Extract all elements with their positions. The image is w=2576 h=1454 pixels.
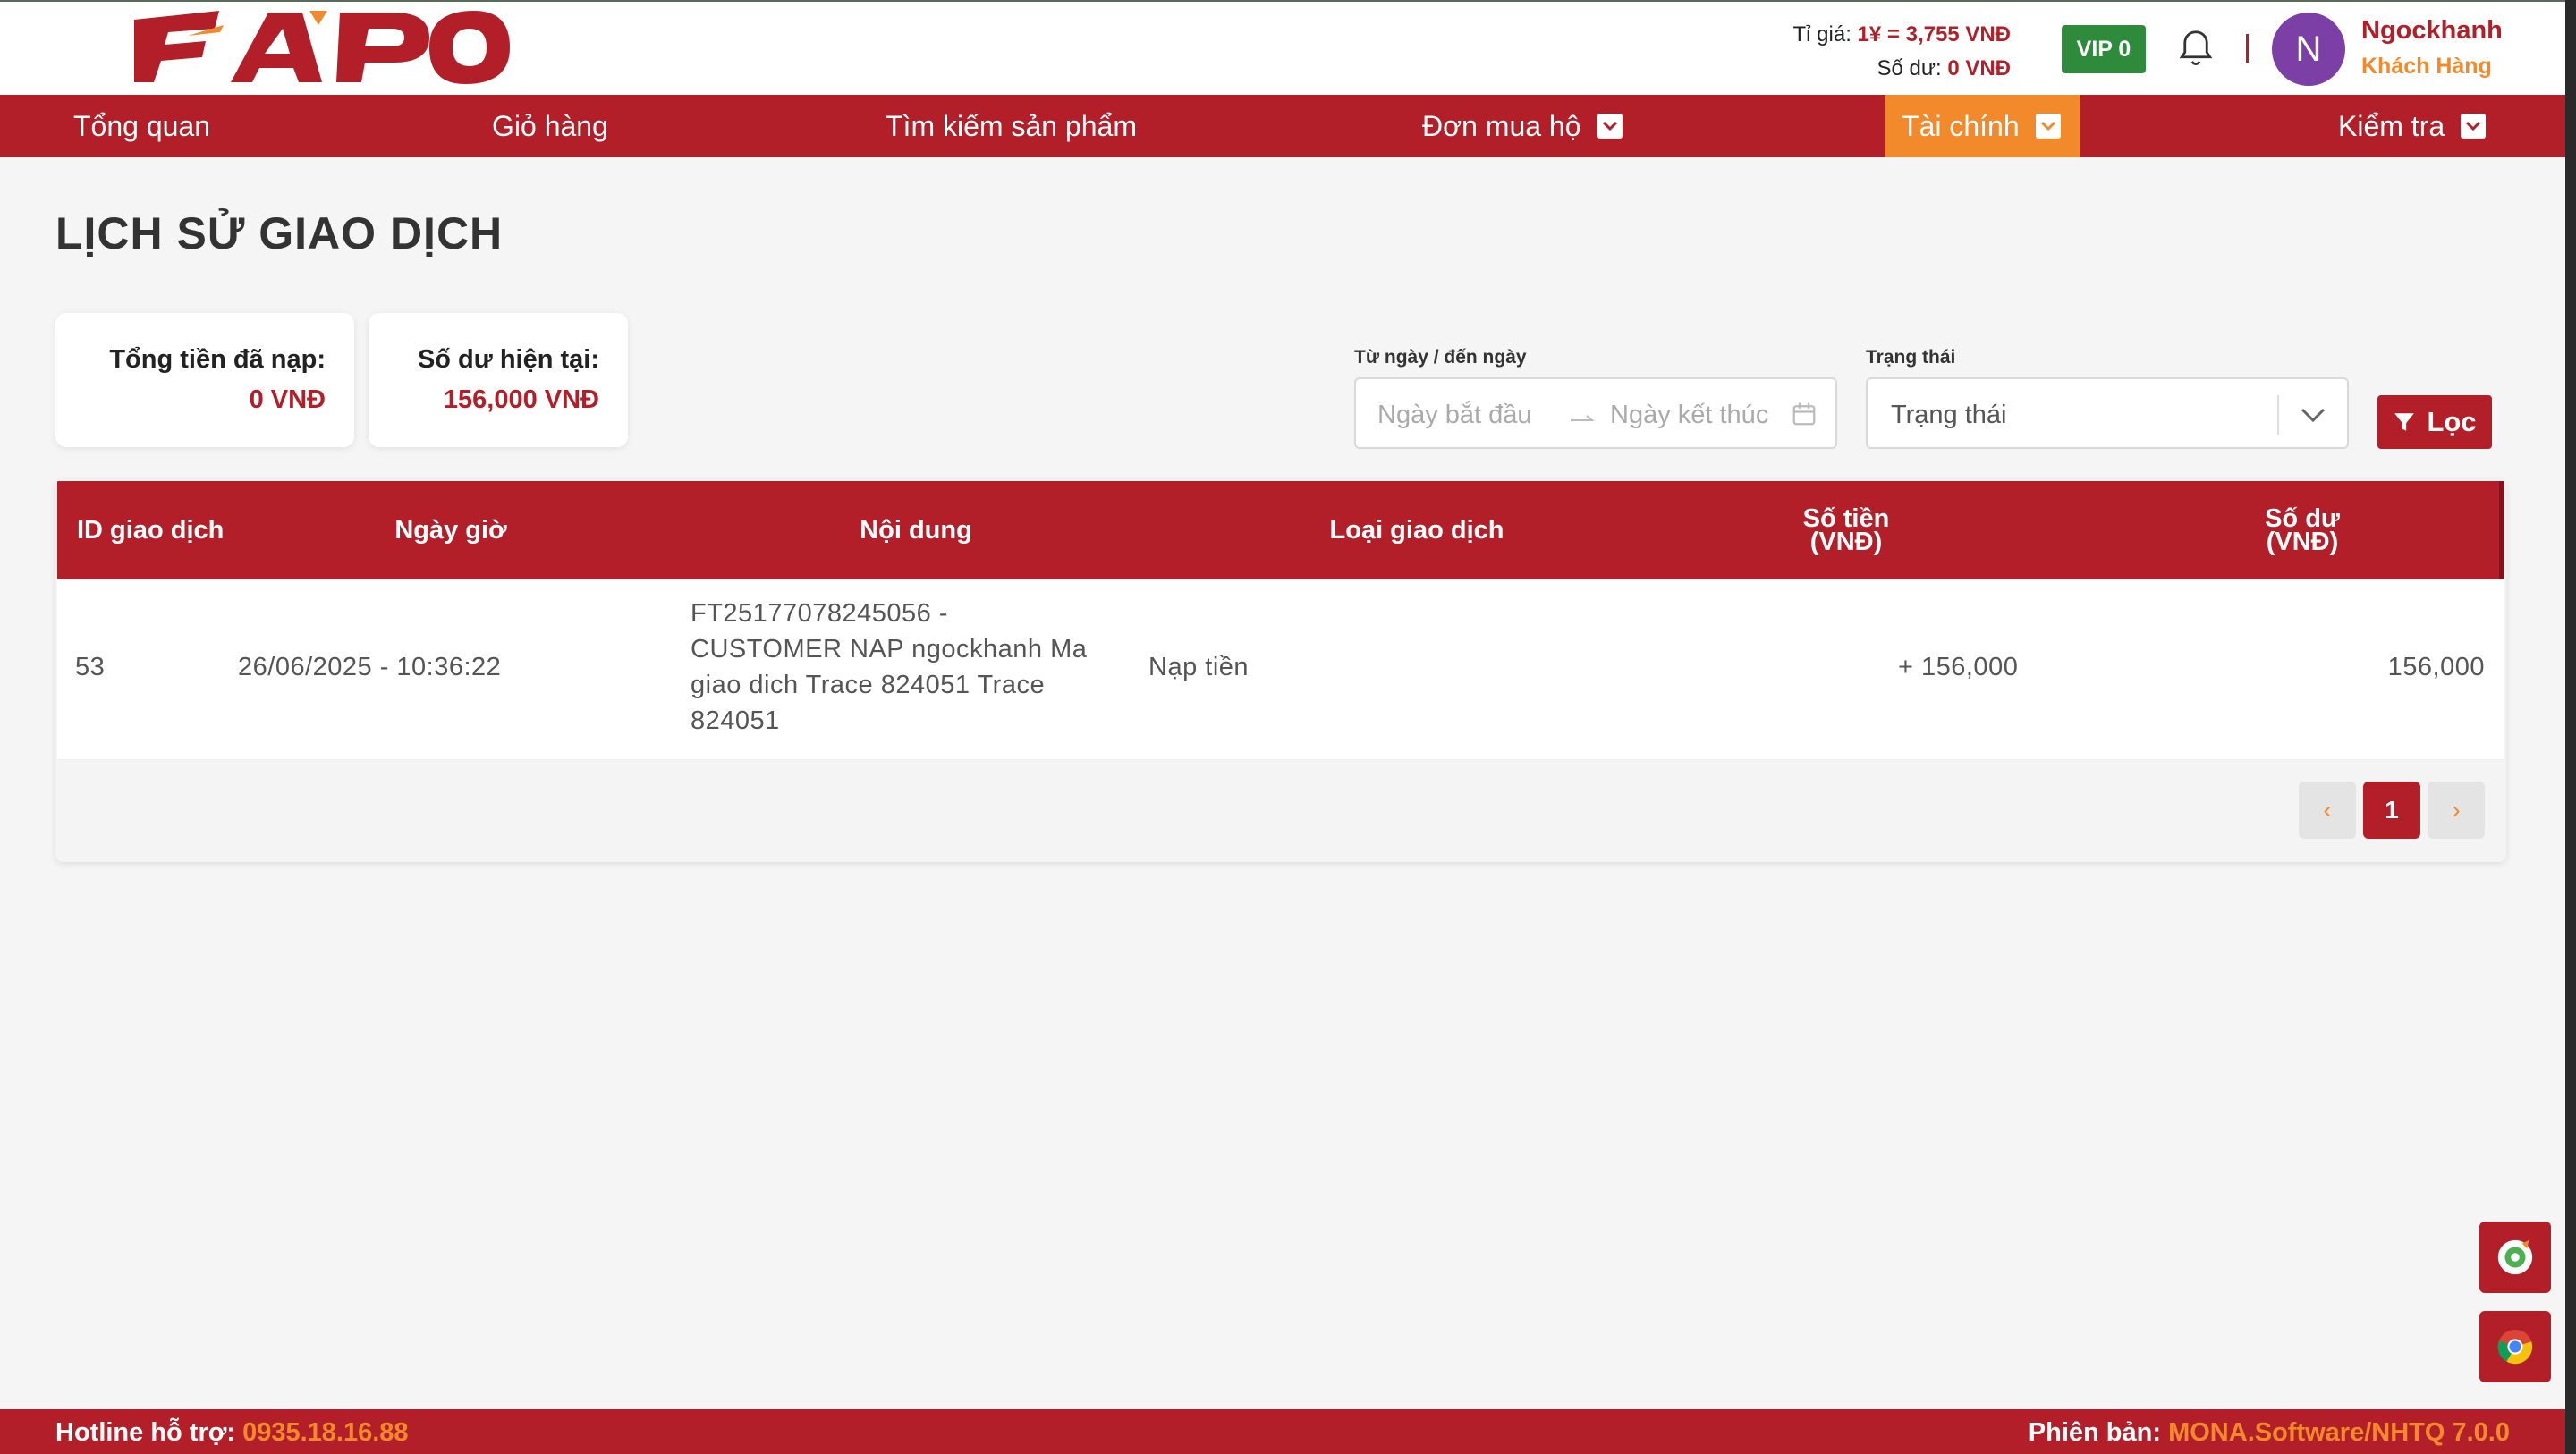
bell-icon[interactable] <box>2177 29 2215 70</box>
date-range-picker[interactable]: Ngày bắt đầu Ngày kết thúc <box>1354 377 1837 449</box>
cell-type: Nạp tiền <box>1148 653 1250 681</box>
col-header-amount-line2: (VNĐ) <box>1809 528 1883 556</box>
status-select-value: Trạng thái <box>1891 401 2007 429</box>
footer: Hotline hỗ trợ: 0935.18.16.88 Phiên bản:… <box>0 1409 2565 1454</box>
total-deposit-card: Tổng tiền đã nạp: 0 VNĐ <box>55 313 354 447</box>
nav-item-label: Giỏ hàng <box>492 109 608 142</box>
nav-item-label: Đơn mua hộ <box>1422 109 1581 142</box>
avatar[interactable]: N <box>2272 13 2345 86</box>
main-nav: Tổng quan Giỏ hàng Tìm kiếm sản phẩm Đơn… <box>0 95 2565 157</box>
current-balance-label: Số dư hiện tại: <box>417 345 599 374</box>
filter-icon <box>2394 413 2415 431</box>
col-header-type: Loại giao dịch <box>1329 516 1504 545</box>
chevron-down-icon <box>2035 114 2061 139</box>
nav-item-cart[interactable]: Giỏ hàng <box>476 95 624 157</box>
chevron-down-icon <box>2301 408 2326 423</box>
browser-widget-button[interactable] <box>2479 1311 2551 1382</box>
balance-label: Số dư: <box>1877 56 1942 80</box>
start-date-input[interactable]: Ngày bắt đầu <box>1377 401 1532 430</box>
nav-item-label: Tài chính <box>1902 109 2020 142</box>
pagination-prev-button[interactable]: ‹ <box>2299 782 2356 839</box>
pagination-page-1[interactable]: 1 <box>2363 782 2420 839</box>
pagination-next-button[interactable]: › <box>2428 782 2485 839</box>
window-edge <box>2565 0 2576 1454</box>
select-divider <box>2277 395 2279 435</box>
table-header: ID giao dịch Ngày giờ Nội dung Loại giao… <box>57 481 2504 579</box>
vip-badge[interactable]: VIP 0 <box>2062 25 2146 73</box>
support-icon <box>2497 1239 2533 1275</box>
version-info: Phiên bản: MONA.Software/NHTQ 7.0.0 <box>2029 1418 2510 1448</box>
nav-item-label: Kiểm tra <box>2338 109 2445 142</box>
exchange-rate-label: Tỉ giá: <box>1792 22 1852 46</box>
nav-item-finance[interactable]: Tài chính <box>1885 95 2080 157</box>
current-balance-card: Số dư hiện tại: 156,000 VNĐ <box>369 313 628 447</box>
current-balance-value: 156,000 VNĐ <box>443 385 599 414</box>
nav-item-overview[interactable]: Tổng quan <box>57 95 226 157</box>
cell-content-line: CUSTOMER NAP ngockhanh Ma <box>691 635 1088 664</box>
status-select[interactable]: Trạng thái <box>1866 377 2349 449</box>
col-header-datetime: Ngày giờ <box>394 516 507 545</box>
cell-id: 53 <box>75 653 106 681</box>
hotline: Hotline hỗ trợ: 0935.18.16.88 <box>55 1418 409 1448</box>
chat-widget-button[interactable] <box>2479 1222 2551 1293</box>
col-header-balance-line2: (VNĐ) <box>2266 528 2339 556</box>
calendar-icon[interactable] <box>1791 401 1818 427</box>
chrome-icon <box>2497 1329 2533 1365</box>
nav-item-check[interactable]: Kiểm tra <box>2322 95 2502 157</box>
col-header-balance: Số dư (VNĐ) <box>2204 481 2401 579</box>
exchange-info: Tỉ giá: 1¥ = 3,755 VNĐ Số dư: 0 VNĐ <box>1793 18 2011 86</box>
date-range-label: Từ ngày / đến ngày <box>1354 347 1527 368</box>
nav-item-label: Tìm kiếm sản phẩm <box>886 109 1137 142</box>
user-role: Khách Hàng <box>2361 54 2492 79</box>
version-value: MONA.Software/NHTQ 7.0.0 <box>2168 1418 2510 1447</box>
arrow-right-icon <box>1571 415 1595 421</box>
status-label: Trạng thái <box>1866 347 1956 368</box>
balance-value: 0 VNĐ <box>1947 56 2011 80</box>
cell-content-line: FT25177078245056 - <box>691 599 948 628</box>
table-row[interactable]: 53 26/06/2025 - 10:36:22 FT2517707824505… <box>57 579 2504 760</box>
total-deposit-value: 0 VNĐ <box>249 385 326 414</box>
cell-content-line: 824051 <box>691 706 780 735</box>
version-label: Phiên bản: <box>2028 1418 2162 1447</box>
filter-button-label: Lọc <box>2427 406 2477 437</box>
fapo-logo[interactable] <box>134 9 510 86</box>
end-date-input[interactable]: Ngày kết thúc <box>1610 401 1768 430</box>
hotline-label: Hotline hỗ trợ: <box>55 1418 236 1447</box>
hotline-number[interactable]: 0935.18.16.88 <box>242 1418 408 1447</box>
chevron-down-icon <box>1597 114 1623 139</box>
cell-datetime: 26/06/2025 - 10:36:22 <box>238 653 502 681</box>
col-header-amount: Số tiền (VNĐ) <box>1748 481 1945 579</box>
nav-item-label: Tổng quan <box>73 109 211 142</box>
col-header-content: Nội dung <box>860 516 972 545</box>
cell-content-line: giao dich Trace 824051 Trace <box>691 671 1046 699</box>
total-deposit-label: Tổng tiền đã nạp: <box>109 345 326 374</box>
user-name[interactable]: Ngockhanh <box>2361 16 2503 46</box>
cell-balance: 156,000 <box>2387 653 2485 681</box>
exchange-rate-value: 1¥ = 3,755 VNĐ <box>1857 22 2011 46</box>
cell-amount: + 156,000 <box>1898 653 2019 681</box>
transactions-table: ID giao dịch Ngày giờ Nội dung Loại giao… <box>55 479 2506 862</box>
nav-item-purchase-orders[interactable]: Đơn mua hộ <box>1406 95 1639 157</box>
top-header: Tỉ giá: 1¥ = 3,755 VNĐ Số dư: 0 VNĐ VIP … <box>0 0 2576 95</box>
header-divider <box>2246 34 2249 63</box>
col-header-id: ID giao dịch <box>77 516 225 545</box>
nav-item-product-search[interactable]: Tìm kiếm sản phẩm <box>869 95 1153 157</box>
chevron-down-icon <box>2461 114 2487 139</box>
page-title: LỊCH SỬ GIAO DỊCH <box>55 208 504 258</box>
cell-content: FT25177078245056 - CUSTOMER NAP ngockhan… <box>691 596 1120 739</box>
filter-button[interactable]: Lọc <box>2377 395 2492 449</box>
